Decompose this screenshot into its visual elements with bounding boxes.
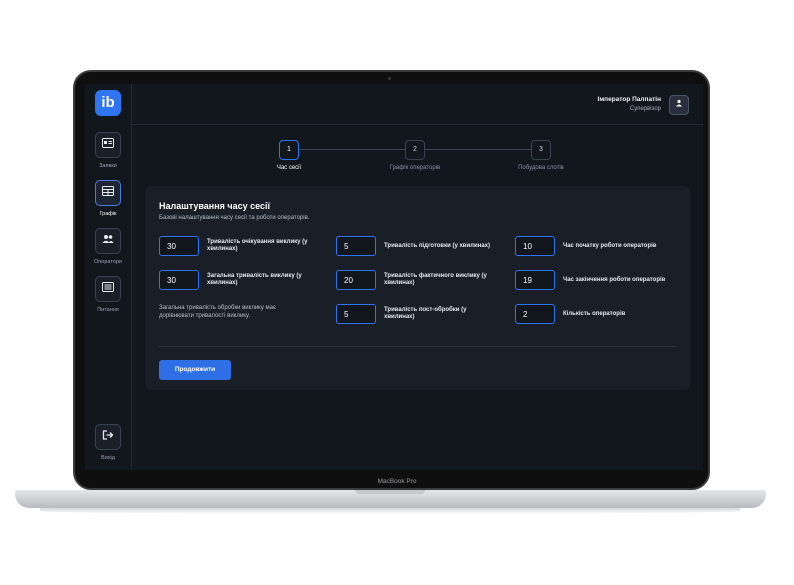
sidebar-item-label: Заявки [99,163,117,169]
sidebar-item-label: Вихід [101,455,115,461]
step-number: 3 [531,140,551,160]
actual-call-duration-input[interactable]: 20 [336,270,376,290]
laptop-notch [355,490,425,494]
step-label: Час сесії [276,165,302,171]
sidebar-item-schedule[interactable]: Графік [85,180,131,217]
topbar: Імператор Палпатін Супервізор [131,84,703,125]
user-icon[interactable] [669,95,689,115]
field-label: Тривалість підготовки (у хвилинах) [384,243,490,249]
prep-duration-input[interactable]: 5 [336,236,376,256]
continue-button[interactable]: Продовжити [159,360,231,380]
camera-icon [388,77,391,80]
operators-end-time-input[interactable]: 19 [515,270,555,290]
card-subtitle: Базові налаштування часу сесії та роботи… [159,215,310,221]
step-1[interactable]: 1 Час сесії [239,140,339,171]
stepper: 1 Час сесії 2 Графік операторів 3 Побудо… [131,140,703,180]
sidebar-item-operators[interactable]: Оператори [85,228,131,265]
sidebar-item-label: Питання [97,307,119,313]
logout-icon [95,424,121,450]
step-label: Графік операторів [389,165,441,171]
laptop-shadow [40,508,740,514]
validation-note: Загальна тривалість обробки виклику має … [159,305,277,319]
app-screen: ib Заявки Графік Оператори Питання Вихід… [85,84,703,470]
sidebar-item-questions[interactable]: Питання [85,276,131,313]
total-call-duration-input[interactable]: 30 [159,270,199,290]
post-processing-duration-input[interactable]: 5 [336,304,376,324]
step-number: 2 [405,140,425,160]
field-label: Кількість операторів [563,311,626,317]
step-label: Побудова слотів [518,165,564,171]
field-label: Тривалість фактичного виклику (у хвилина… [384,273,487,286]
users-icon [95,228,121,254]
sidebar-item-requests[interactable]: Заявки [85,132,131,169]
step-number: 1 [279,140,299,160]
field-label: Час початку роботи операторів [563,243,657,249]
user-role: Супервізор [629,106,661,112]
id-card-icon [95,132,121,158]
step-3[interactable]: 3 Побудова слотів [491,140,591,171]
field-label: Час закінчення роботи операторів [563,277,666,283]
step-2[interactable]: 2 Графік операторів [365,140,465,171]
list-icon [95,276,121,302]
sidebar-item-label: Графік [99,211,117,217]
operators-count-input[interactable]: 2 [515,304,555,324]
field-label: Тривалість очікування виклику (у хвилина… [207,239,308,252]
field-label: Тривалість пост-обробки (у хвилинах) [384,307,467,320]
sidebar-item-logout[interactable]: Вихід [85,424,131,461]
wait-duration-input[interactable]: 30 [159,236,199,256]
user-name: Імператор Палпатін [597,96,661,103]
device-label: MacBook Pro [377,478,417,485]
table-icon [95,180,121,206]
session-settings-card: Налаштування часу сесії Базові налаштува… [145,186,690,390]
sidebar: ib Заявки Графік Оператори Питання Вихід [85,84,132,470]
field-label: Загальна тривалість виклику (у хвилинах) [207,273,302,286]
app-logo: ib [95,90,121,116]
card-title: Налаштування часу сесії [159,201,271,211]
operators-start-time-input[interactable]: 10 [515,236,555,256]
sidebar-item-label: Оператори [94,259,122,265]
divider [159,346,676,347]
